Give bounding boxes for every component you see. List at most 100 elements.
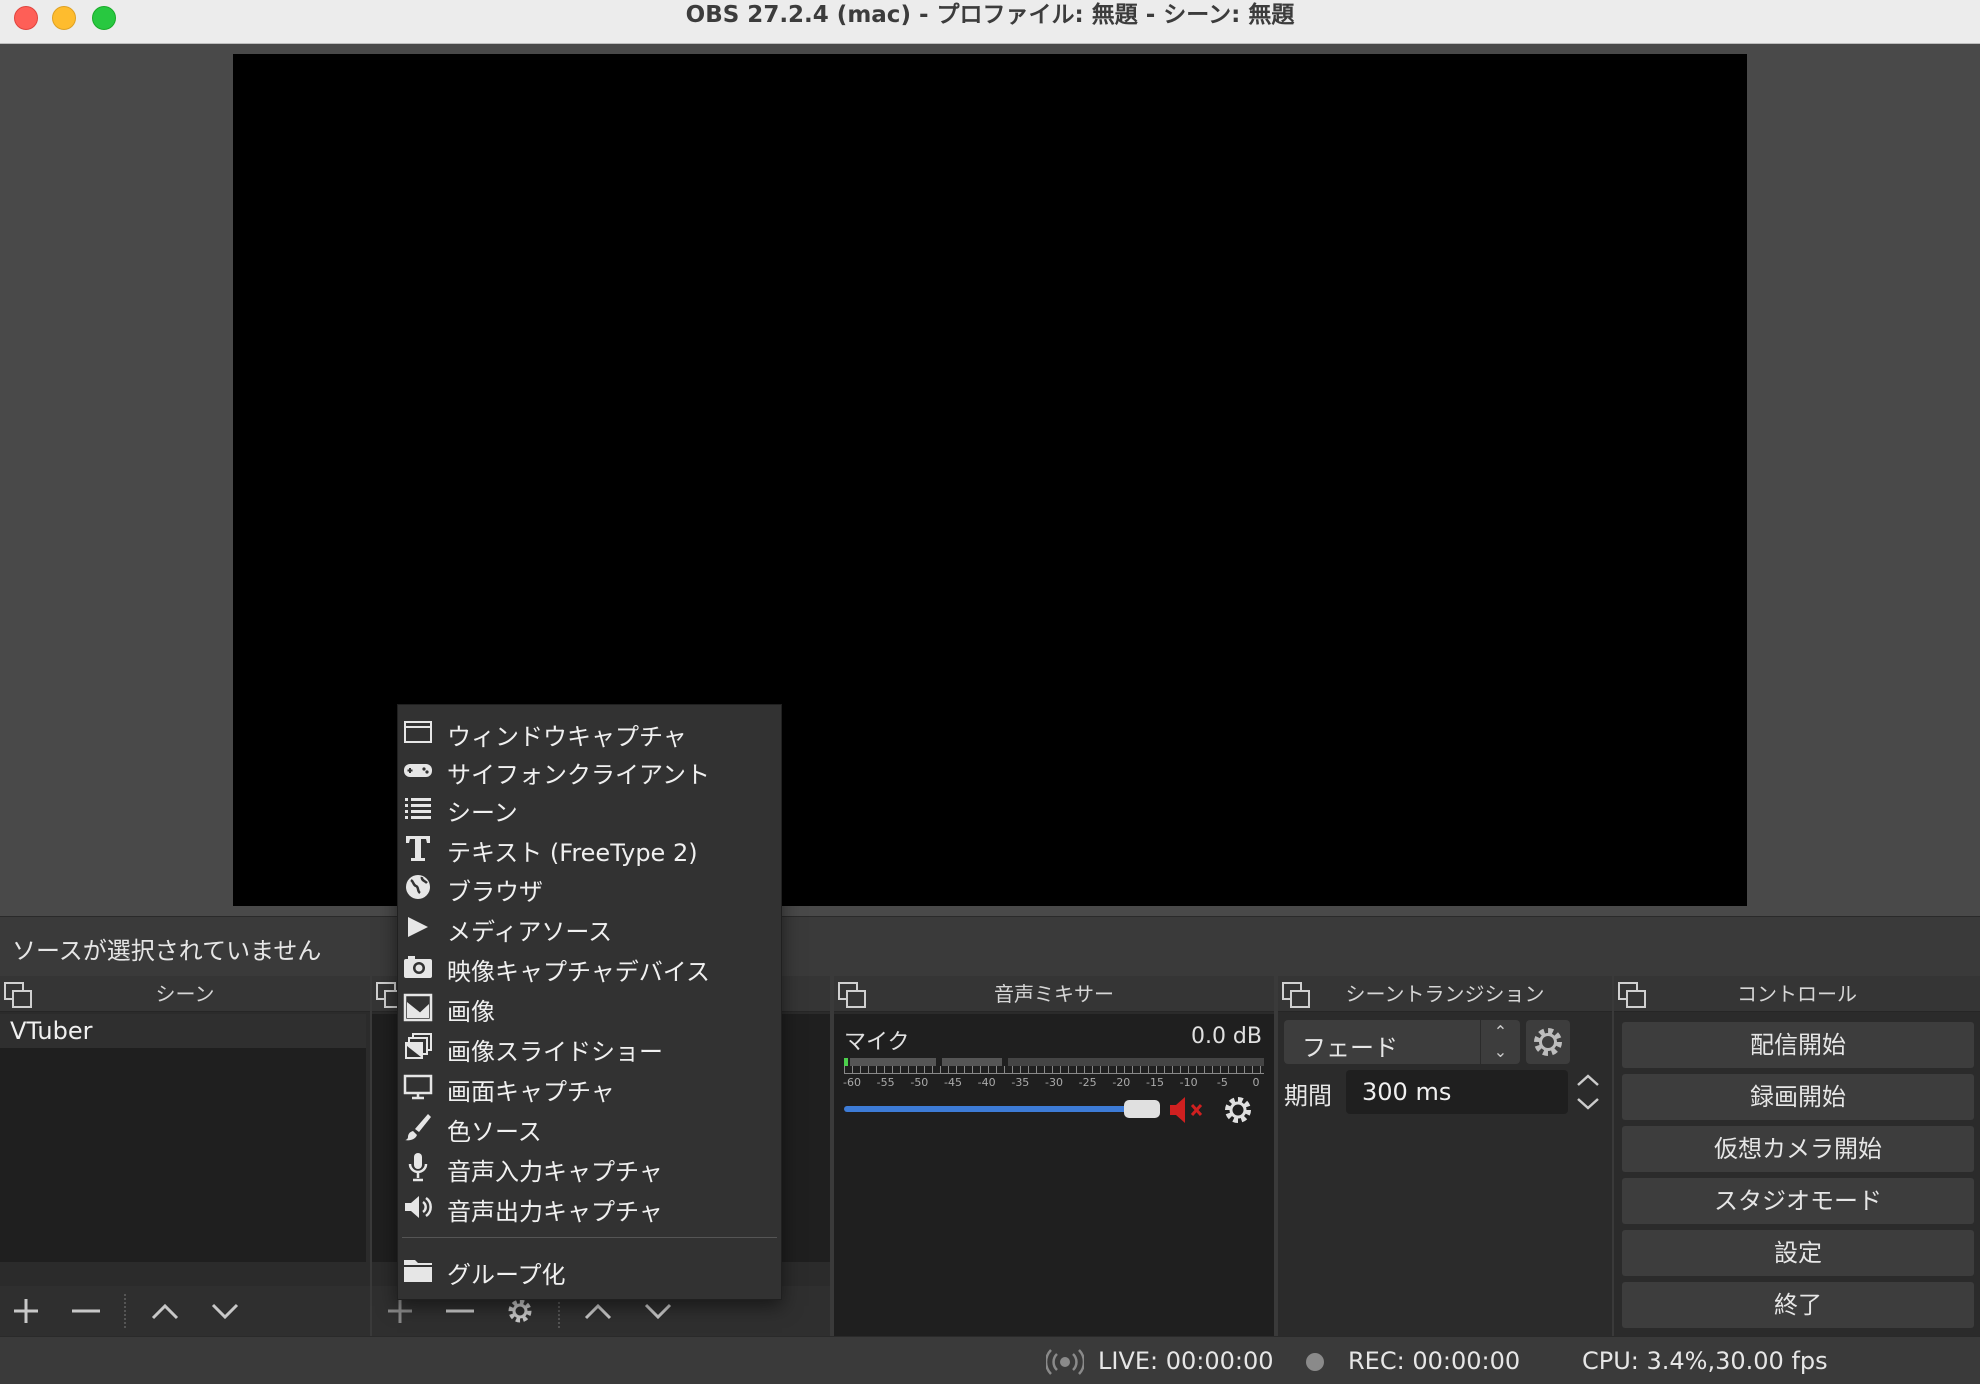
menu-item-label: メディアソース [447,918,613,946]
start-recording-button[interactable]: 録画開始 [1622,1074,1974,1120]
start-streaming-button[interactable]: 配信開始 [1622,1022,1974,1068]
window-title: OBS 27.2.4 (mac) - プロファイル: 無題 - シーン: 無題 [685,2,1295,28]
globe-icon [406,875,430,899]
volume-slider-handle[interactable] [1124,1100,1160,1118]
period-input[interactable]: 300 ms [1346,1070,1568,1114]
menu-item-audio-input-capture[interactable]: 音声入力キャプチャ [398,1148,781,1186]
gear-icon [1225,1097,1251,1123]
menu-item-label: ウィンドウキャプチャ [447,723,687,751]
menu-item-scene[interactable]: シーン [398,789,781,827]
menu-item-syphon-client[interactable]: サイフォンクライアント [398,751,781,789]
menu-item-image-slideshow[interactable]: 画像スライドショー [398,1028,781,1066]
period-spinner[interactable] [1572,1070,1604,1114]
studio-mode-button[interactable]: スタジオモード [1622,1178,1974,1224]
menu-item-media-source[interactable]: メディアソース [398,908,781,946]
scene-item[interactable]: VTuber [0,1014,366,1048]
audio-mixer-dock: 音声ミキサー マイク 0.0 dB -60 -55 -50 -45 -40 -35 -30-… [834,976,1274,1336]
menu-item-label: グループ化 [447,1261,566,1289]
mixer-settings-button[interactable] [1222,1094,1254,1126]
meter-level [844,1058,848,1066]
scene-list[interactable]: VTuber [0,1014,366,1262]
status-bar: LIVE: 00:00:00 REC: 00:00:00 CPU: 3.4%,3… [0,1336,1980,1384]
meter-tick-label: -30 [1045,1076,1063,1089]
menu-item-window-capture[interactable]: ウィンドウキャプチャ [398,713,781,751]
period-value: 300 ms [1362,1078,1452,1106]
period-label: 期間 [1284,1082,1332,1110]
plus-icon [14,1299,38,1323]
menu-item-screen-capture[interactable]: 画面キャプチャ [398,1068,781,1106]
meter-tick-label: -50 [910,1076,929,1089]
menu-item-label: サイフォンクライアント [447,761,711,789]
select-arrows-icon: ⌃ ⌄ [1480,1020,1520,1064]
menu-item-label: 画像スライドショー [447,1038,663,1066]
transitions-dock-header: シーントランジション [1278,976,1612,1012]
meter-tick-label: -25 [1078,1076,1097,1089]
toolbar-separator [124,1294,126,1328]
add-source-menu: ウィンドウキャプチャ サイフォンクライアント シーン テキスト (FreeTyp… [397,704,782,1300]
scenes-toolbar [0,1286,370,1336]
menu-item-label: ブラウザ [447,878,543,906]
scenes-dock: シーン VTuber [0,976,370,1336]
image-icon [403,993,433,1022]
menu-item-browser[interactable]: ブラウザ [398,868,781,906]
mute-toggle[interactable] [1168,1094,1208,1126]
meter-tick-label: -55 [876,1076,895,1089]
transition-settings-button[interactable] [1526,1020,1570,1064]
mixer-level-db: 0.0 dB [1190,1024,1262,1049]
menu-item-text[interactable]: テキスト (FreeType 2) [398,829,781,867]
menu-item-group[interactable]: グループ化 [398,1251,781,1289]
add-scene-button[interactable] [6,1292,46,1330]
volume-meter [844,1058,1264,1066]
folder-icon [404,1260,432,1282]
meter-tick-label: -40 [977,1076,996,1089]
menu-item-color-source[interactable]: 色ソース [398,1108,781,1146]
menu-item-label: シーン [447,799,518,827]
preview-area [0,44,1980,916]
menu-item-image[interactable]: 画像 [398,988,781,1026]
chevron-down-icon [211,1303,239,1320]
menu-separator [402,1237,777,1238]
remove-scene-button[interactable] [66,1292,106,1330]
menu-item-label: テキスト (FreeType 2) [447,839,698,867]
gear-icon [1534,1028,1562,1056]
cpu-fps: CPU: 3.4%,30.00 fps [1582,1347,1828,1375]
menu-item-audio-output-capture[interactable]: 音声出力キャプチャ [398,1188,781,1226]
spinner-arrows-icon [1577,1074,1599,1110]
mixer-channel-name: マイク [844,1030,910,1055]
play-icon [408,917,428,937]
text-icon [406,836,430,861]
rec-time: REC: 00:00:00 [1348,1347,1521,1375]
source-status-text: ソースが選択されていません [12,937,322,965]
list-icon [405,798,431,819]
transition-select[interactable]: フェード ⌃ ⌄ [1284,1020,1520,1064]
minus-icon [72,1309,100,1313]
menu-item-label: 色ソース [447,1118,542,1146]
meter-labels: -60 -55 -50 -45 -40 -35 -30 -25 -20 -15 -10 -5 0 [843,1076,1264,1090]
meter-tick-label: -5 [1216,1076,1228,1089]
mixer-dock-header: 音声ミキサー [834,976,1274,1012]
scenes-dock-header: シーン [0,976,370,1012]
volume-slider-track[interactable] [844,1106,1144,1112]
gamepad-icon [404,764,432,777]
menu-item-label: 音声入力キャプチャ [447,1158,663,1186]
menu-item-label: 画像 [447,998,495,1026]
exit-button[interactable]: 終了 [1622,1282,1974,1328]
menu-item-video-capture-device[interactable]: 映像キャプチャデバイス [398,948,781,986]
start-virtual-camera-button[interactable]: 仮想カメラ開始 [1622,1126,1974,1172]
controls-dock: コントロール 配信開始 録画開始 仮想カメラ開始 スタジオモード 設定 終了 [1614,976,1980,1336]
settings-button[interactable]: 設定 [1622,1230,1974,1276]
speaker-icon [405,1196,432,1218]
meter-tick-label: -15 [1146,1076,1164,1089]
move-scene-down-button[interactable] [205,1292,245,1330]
monitor-icon [403,1074,433,1100]
broadcast-icon [1046,1349,1084,1375]
meter-tick-label: -45 [944,1076,962,1089]
live-time: LIVE: 00:00:00 [1098,1347,1274,1375]
transition-selected-value: フェード [1302,1034,1398,1062]
meter-tick-label: -35 [1011,1076,1030,1089]
meter-tick-label: -10 [1179,1076,1198,1089]
window-icon [404,721,432,743]
record-dot-icon [1306,1353,1324,1371]
move-scene-up-button[interactable] [145,1292,185,1330]
meter-ticks [844,1066,1264,1074]
